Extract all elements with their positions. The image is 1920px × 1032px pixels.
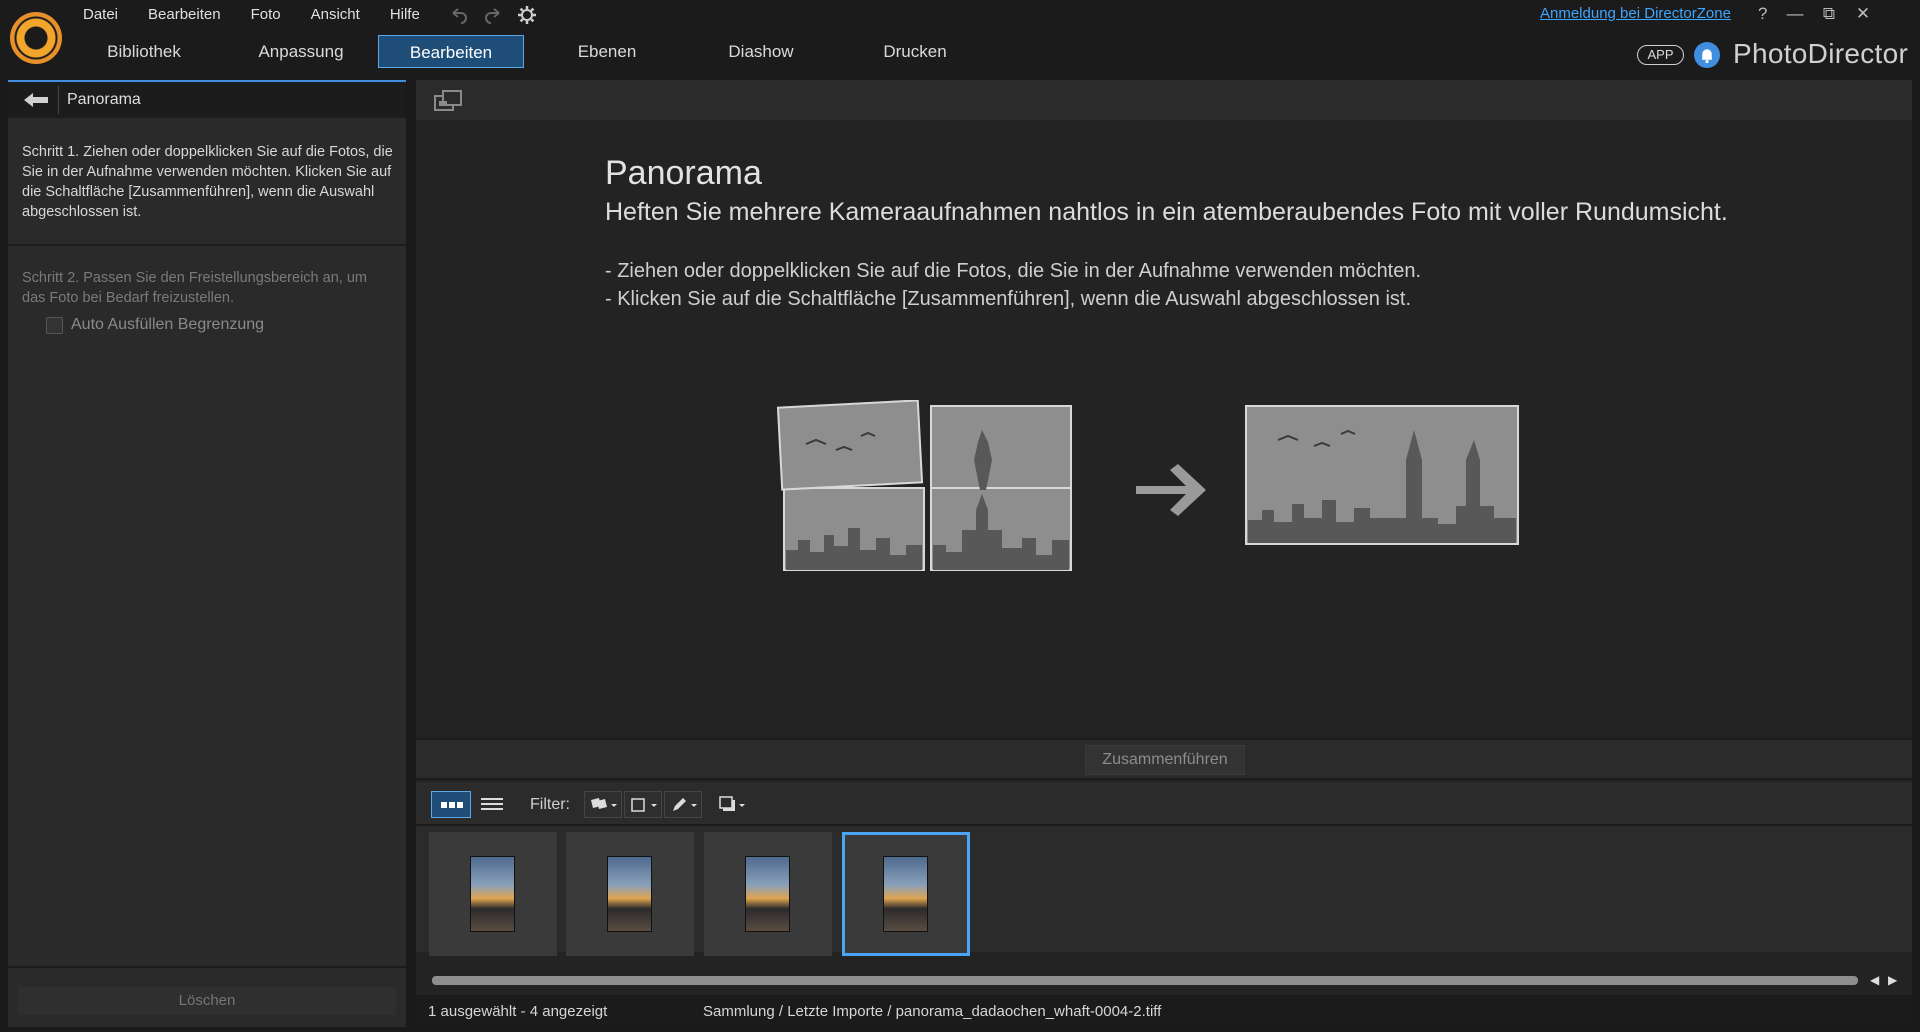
- title-bar-right: Anmeldung bei DirectorZone ? — ⧉ ✕ APP P…: [1540, 0, 1920, 78]
- photo-thumbnail[interactable]: [704, 832, 832, 956]
- menu-bar: Datei Bearbeiten Foto Ansicht Hilfe: [68, 4, 435, 26]
- edit-filter-icon[interactable]: [664, 791, 702, 818]
- status-bar: 1 ausgewählt - 4 angezeigt Sammlung / Le…: [416, 995, 1912, 1027]
- arrow-right-icon: [1136, 464, 1206, 516]
- menu-item-hilfe[interactable]: Hilfe: [375, 4, 435, 26]
- instruction-line-2: - Klicken Sie auf die Schaltfläche [Zusa…: [605, 288, 1411, 310]
- auto-fill-label: Auto Ausfüllen Begrenzung: [71, 316, 265, 333]
- step1-instructions: Schritt 1. Ziehen oder doppelklicken Sie…: [22, 144, 393, 220]
- panel-title: Panorama: [67, 91, 141, 108]
- main-toolbar: [416, 80, 1912, 120]
- stack-filter-icon[interactable]: [712, 791, 750, 818]
- tab-anpassung[interactable]: Anpassung: [228, 35, 374, 68]
- step2-instructions: Schritt 2. Passen Sie den Freistellungsb…: [22, 270, 367, 306]
- help-button[interactable]: ?: [1758, 4, 1767, 24]
- panorama-panel: Panorama Schritt 1. Ziehen oder doppelkl…: [8, 80, 406, 1027]
- content-subtitle: Heften Sie mehrere Kameraaufnahmen nahtl…: [605, 198, 1728, 226]
- scroll-left-icon[interactable]: ◀: [1870, 973, 1879, 987]
- delete-button[interactable]: Löschen: [18, 987, 396, 1015]
- directorzone-login-link[interactable]: Anmeldung bei DirectorZone: [1540, 5, 1731, 22]
- tab-diashow[interactable]: Diashow: [688, 35, 834, 68]
- photo-thumbnail-selected[interactable]: [842, 832, 970, 956]
- list-view-button[interactable]: [473, 791, 511, 818]
- brand-name: PhotoDirector: [1733, 38, 1909, 69]
- divider: [8, 966, 406, 968]
- checkbox-box[interactable]: [46, 316, 63, 334]
- filter-label: Filter:: [530, 796, 570, 813]
- redo-icon[interactable]: [480, 2, 506, 28]
- scroll-right-icon[interactable]: ▶: [1888, 973, 1897, 987]
- menu-item-foto[interactable]: Foto: [236, 4, 296, 26]
- undo-redo-group: [446, 2, 540, 28]
- content-title: Panorama: [605, 154, 762, 192]
- minimize-button[interactable]: —: [1784, 4, 1806, 26]
- filmstrip-scrollbar[interactable]: [432, 976, 1858, 985]
- notification-bell-icon[interactable]: [1694, 42, 1720, 68]
- filmstrip-toolbar: Filter:: [416, 782, 1912, 826]
- merge-button[interactable]: Zusammenführen: [1085, 745, 1245, 775]
- app-logo-icon: [10, 12, 62, 64]
- menu-item-ansicht[interactable]: Ansicht: [296, 4, 375, 26]
- instruction-line-1: - Ziehen oder doppelklicken Sie auf die …: [605, 260, 1422, 282]
- tab-drucken[interactable]: Drucken: [842, 35, 988, 68]
- compare-view-icon[interactable]: [434, 90, 462, 112]
- menu-item-bearbeiten[interactable]: Bearbeiten: [133, 4, 236, 26]
- thumbnail-image: [470, 856, 515, 932]
- thumbnail-image: [745, 856, 790, 932]
- photo-thumbnail[interactable]: [429, 832, 557, 956]
- tab-ebenen[interactable]: Ebenen: [534, 35, 680, 68]
- app-badge[interactable]: APP: [1637, 45, 1684, 65]
- thumbnail-image: [883, 856, 928, 932]
- panel-header: Panorama: [8, 82, 406, 118]
- merge-bar: Zusammenführen: [416, 738, 1912, 780]
- main-workspace: Panorama Heften Sie mehrere Kameraaufnah…: [416, 80, 1912, 1027]
- photo-thumbnail[interactable]: [566, 832, 694, 956]
- panorama-illustration: [766, 399, 1566, 580]
- color-label-filter-icon[interactable]: [624, 791, 662, 818]
- back-arrow-icon[interactable]: [22, 91, 50, 109]
- selection-count: 1 ausgewählt - 4 angezeigt: [428, 1003, 608, 1020]
- settings-gear-icon[interactable]: [514, 2, 540, 28]
- thumbnail-image: [607, 856, 652, 932]
- undo-icon[interactable]: [446, 2, 472, 28]
- close-button[interactable]: ✕: [1852, 4, 1874, 26]
- tab-bearbeiten[interactable]: Bearbeiten: [378, 35, 524, 68]
- title-bar: Datei Bearbeiten Foto Ansicht Hilfe Bibl…: [0, 0, 1920, 78]
- flag-filter-icon[interactable]: [584, 791, 622, 818]
- restore-button[interactable]: ⧉: [1818, 4, 1840, 26]
- menu-item-datei[interactable]: Datei: [68, 4, 133, 26]
- auto-fill-checkbox[interactable]: Auto Ausfüllen Begrenzung: [46, 316, 264, 334]
- tab-bibliothek[interactable]: Bibliothek: [74, 35, 214, 68]
- divider: [8, 244, 406, 246]
- header-divider: [58, 86, 59, 114]
- thumbnail-view-button[interactable]: [431, 791, 471, 818]
- file-path: Sammlung / Letzte Importe / panorama_dad…: [703, 1003, 1162, 1020]
- filmstrip: [416, 826, 1912, 956]
